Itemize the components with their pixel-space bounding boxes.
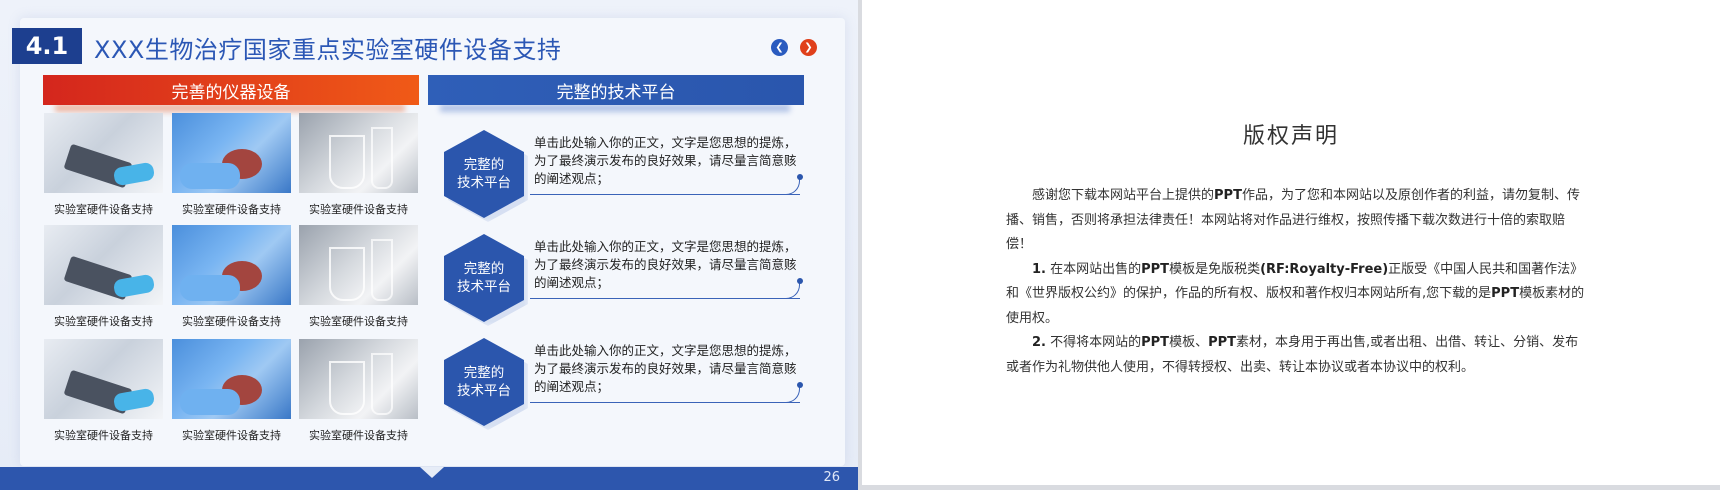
copyright-paragraph-1: 感谢您下载本网站平台上提供的PPT作品，为了您和本网站以及原创作者的利益，请勿复… — [1006, 184, 1586, 258]
text-span-bold: PPT — [1141, 335, 1170, 350]
hex-label-line1: 完整的 — [463, 364, 505, 381]
glassware-photo — [299, 113, 418, 193]
gallery-caption: 实验室硬件设备支持 — [54, 315, 153, 328]
text-span-bold: PPT — [1208, 335, 1237, 350]
arrow-right-icon[interactable]: ❯ — [800, 39, 817, 56]
underline-divider — [530, 194, 800, 195]
copyright-paragraph-3: 2. 不得将本网站的PPT模板、PPT素材，本身用于再出售,或者出租、出借、转让… — [1006, 331, 1586, 380]
gallery-item: 实验室硬件设备支持 — [172, 225, 291, 329]
gallery-caption: 实验室硬件设备支持 — [182, 315, 281, 328]
platform-item: 完整的 技术平台 单击此处输入你的正文，文字是您思想的提炼，为了最终演示发布的良… — [444, 338, 814, 430]
text-span: 不得将本网站的 — [1045, 335, 1142, 350]
platform-header: 完整的技术平台 — [428, 75, 804, 105]
text-span-bold: PPT — [1214, 188, 1242, 203]
text-span-bold: (RF:Royalty-Free) — [1260, 261, 1389, 277]
bullet-dot — [797, 174, 803, 180]
arrow-left-icon[interactable]: ❮ — [771, 39, 788, 56]
underline-divider — [530, 298, 800, 299]
gallery-caption: 实验室硬件设备支持 — [309, 315, 408, 328]
underline-curve — [782, 178, 800, 195]
tablet-lab-photo — [44, 225, 163, 305]
hex-label-line1: 完整的 — [463, 156, 505, 173]
instruments-header: 完善的仪器设备 — [43, 75, 419, 105]
copyright-paragraph-2: 1. 在本网站出售的PPT模板是免版税类(RF:Royalty-Free)正版受… — [1006, 258, 1586, 332]
gallery-caption: 实验室硬件设备支持 — [182, 203, 281, 216]
platform-item: 完整的 技术平台 单击此处输入你的正文，文字是您思想的提炼，为了最终演示发布的良… — [444, 234, 814, 326]
tablet-lab-photo — [44, 339, 163, 419]
platform-body-text[interactable]: 单击此处输入你的正文，文字是您思想的提炼，为了最终演示发布的良好效果，请尽量言简… — [534, 238, 804, 292]
section-number: 4.1 — [12, 28, 82, 64]
gallery-item: 实验室硬件设备支持 — [44, 339, 163, 443]
gallery-caption: 实验室硬件设备支持 — [309, 429, 408, 442]
left-slide: 4.1 XXX生物治疗国家重点实验室硬件设备支持 ❮ ❯ 完善的仪器设备 完整的… — [0, 0, 858, 490]
gallery-caption: 实验室硬件设备支持 — [182, 429, 281, 442]
platform-header-shadow — [440, 104, 790, 112]
tablet-lab-photo — [44, 113, 163, 193]
bullet-dot — [797, 278, 803, 284]
glassware-photo — [299, 339, 418, 419]
gallery-item: 实验室硬件设备支持 — [172, 113, 291, 217]
underline-curve — [782, 386, 800, 403]
text-span: 模板、 — [1169, 335, 1209, 350]
gloved-hands-photo — [172, 339, 291, 419]
text-span: 在本网站出售的 — [1045, 261, 1142, 277]
copyright-body: 感谢您下载本网站平台上提供的PPT作品，为了您和本网站以及原创作者的利益，请勿复… — [1006, 184, 1586, 380]
page-title: XXX生物治疗国家重点实验室硬件设备支持 — [94, 36, 562, 64]
gloved-hands-photo — [172, 225, 291, 305]
bullet-dot — [797, 382, 803, 388]
gallery-caption: 实验室硬件设备支持 — [309, 203, 408, 216]
gallery-item: 实验室硬件设备支持 — [44, 113, 163, 217]
text-span: 感谢您下载本网站平台上提供的 — [1032, 188, 1215, 203]
gallery-item: 实验室硬件设备支持 — [299, 113, 418, 217]
gloved-hands-photo — [172, 113, 291, 193]
platform-body-text[interactable]: 单击此处输入你的正文，文字是您思想的提炼，为了最终演示发布的良好效果，请尽量言简… — [534, 342, 804, 396]
platform-body-text[interactable]: 单击此处输入你的正文，文字是您思想的提炼，为了最终演示发布的良好效果，请尽量言简… — [534, 134, 804, 188]
gallery-item: 实验室硬件设备支持 — [172, 339, 291, 443]
gallery-item: 实验室硬件设备支持 — [299, 225, 418, 329]
hex-label-line2: 技术平台 — [457, 383, 511, 399]
hex-label-line1: 完整的 — [463, 260, 505, 277]
gallery-caption: 实验室硬件设备支持 — [54, 203, 153, 216]
glassware-photo — [299, 225, 418, 305]
platform-item: 完整的 技术平台 单击此处输入你的正文，文字是您思想的提炼，为了最终演示发布的良… — [444, 130, 814, 222]
underline-divider — [530, 402, 800, 403]
gallery-item: 实验室硬件设备支持 — [44, 225, 163, 329]
text-span: 模板是免版税类 — [1169, 261, 1261, 277]
text-span-bold: PPT — [1491, 286, 1520, 301]
right-slide: 版权声明 感谢您下载本网站平台上提供的PPT作品，为了您和本网站以及原创作者的利… — [862, 0, 1720, 485]
text-span-bold: PPT — [1141, 261, 1170, 277]
item-number: 1. — [1032, 261, 1046, 277]
hex-label-line2: 技术平台 — [457, 279, 511, 295]
copyright-title: 版权声明 — [1242, 124, 1339, 149]
page-number: 26 — [823, 470, 840, 485]
gallery-caption: 实验室硬件设备支持 — [54, 429, 153, 442]
hex-label-line2: 技术平台 — [457, 175, 511, 191]
instruments-header-shadow — [55, 104, 405, 112]
gallery-item: 实验室硬件设备支持 — [299, 339, 418, 443]
underline-curve — [782, 282, 800, 299]
item-number: 2. — [1032, 335, 1046, 350]
